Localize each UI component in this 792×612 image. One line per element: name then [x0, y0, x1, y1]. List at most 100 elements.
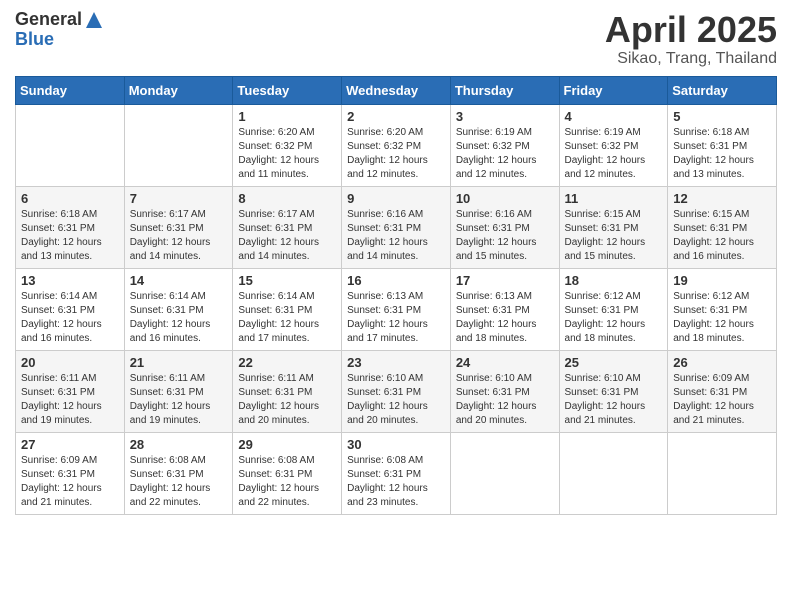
day-info: Sunrise: 6:14 AM Sunset: 6:31 PM Dayligh… [130, 290, 228, 346]
logo: General Blue [15, 10, 104, 50]
day-number: 12 [673, 191, 771, 206]
day-number: 28 [130, 437, 228, 452]
day-info: Sunrise: 6:08 AM Sunset: 6:31 PM Dayligh… [347, 454, 445, 510]
day-number: 22 [238, 355, 336, 370]
calendar-location: Sikao, Trang, Thailand [605, 50, 777, 68]
calendar-cell: 10Sunrise: 6:16 AM Sunset: 6:31 PM Dayli… [450, 186, 559, 268]
logo-general-text: General [15, 10, 82, 30]
calendar-cell: 24 Sunrise: 6:10 AM Sunset: 6:31 PM Dayli… [450, 350, 559, 432]
calendar-cell: 3 Sunrise: 6:19 AM Sunset: 6:32 PM Daylig… [450, 104, 559, 186]
day-number: 29 [238, 437, 336, 452]
calendar-cell: 14 Sunrise: 6:14 AM Sunset: 6:31 PM Dayli… [124, 268, 233, 350]
calendar-cell: 6 Sunrise: 6:18 AM Sunset: 6:31 PM Daylig… [16, 186, 125, 268]
day-info: Sunrise: 6:18 AM Sunset: 6:31 PM Dayligh… [21, 208, 119, 264]
weekday-header-tuesday: Tuesday [233, 76, 342, 104]
logo-icon [84, 10, 104, 30]
day-number: 20 [21, 355, 119, 370]
day-info: Sunrise: 6:19 AM Sunset: 6:32 PM Dayligh… [456, 126, 554, 182]
calendar-cell: 15 Sunrise: 6:14 AM Sunset: 6:31 PM Dayli… [233, 268, 342, 350]
calendar-cell: 4Sunrise: 6:19 AM Sunset: 6:32 PM Daylig… [559, 104, 668, 186]
week-row-1: 1Sunrise: 6:20 AM Sunset: 6:32 PM Daylig… [16, 104, 777, 186]
calendar-cell: 26 Sunrise: 6:09 AM Sunset: 6:31 PM Dayli… [668, 350, 777, 432]
calendar-cell [124, 104, 233, 186]
calendar-cell: 30 Sunrise: 6:08 AM Sunset: 6:31 PM Dayli… [342, 432, 451, 514]
calendar-cell: 29 Sunrise: 6:08 AM Sunset: 6:31 PM Dayli… [233, 432, 342, 514]
calendar-cell: 25Sunrise: 6:10 AM Sunset: 6:31 PM Dayli… [559, 350, 668, 432]
day-info: Sunrise: 6:08 AM Sunset: 6:31 PM Dayligh… [130, 454, 228, 510]
week-row-3: 13Sunrise: 6:14 AM Sunset: 6:31 PM Dayli… [16, 268, 777, 350]
weekday-header-thursday: Thursday [450, 76, 559, 104]
weekday-header-friday: Friday [559, 76, 668, 104]
weekday-header-row: SundayMondayTuesdayWednesdayThursdayFrid… [16, 76, 777, 104]
day-number: 1 [238, 109, 336, 124]
calendar-cell: 27 Sunrise: 6:09 AM Sunset: 6:31 PM Dayli… [16, 432, 125, 514]
day-info: Sunrise: 6:13 AM Sunset: 6:31 PM Dayligh… [347, 290, 445, 346]
day-number: 15 [238, 273, 336, 288]
day-number: 8 [238, 191, 336, 206]
day-number: 16 [347, 273, 445, 288]
calendar-cell: 2Sunrise: 6:20 AM Sunset: 6:32 PM Daylig… [342, 104, 451, 186]
day-number: 24 [456, 355, 554, 370]
calendar-cell: 16 Sunrise: 6:13 AM Sunset: 6:31 PM Dayli… [342, 268, 451, 350]
weekday-header-sunday: Sunday [16, 76, 125, 104]
day-info: Sunrise: 6:11 AM Sunset: 6:31 PM Dayligh… [130, 372, 228, 428]
week-row-2: 6 Sunrise: 6:18 AM Sunset: 6:31 PM Daylig… [16, 186, 777, 268]
calendar-cell: 22 Sunrise: 6:11 AM Sunset: 6:31 PM Dayli… [233, 350, 342, 432]
day-number: 7 [130, 191, 228, 206]
day-info: Sunrise: 6:15 AM Sunset: 6:31 PM Dayligh… [673, 208, 771, 264]
calendar-cell: 5 Sunrise: 6:18 AM Sunset: 6:31 PM Daylig… [668, 104, 777, 186]
day-info: Sunrise: 6:09 AM Sunset: 6:31 PM Dayligh… [21, 454, 119, 510]
day-info: Sunrise: 6:10 AM Sunset: 6:31 PM Dayligh… [347, 372, 445, 428]
day-number: 17 [456, 273, 554, 288]
calendar-cell: 13Sunrise: 6:14 AM Sunset: 6:31 PM Dayli… [16, 268, 125, 350]
weekday-header-wednesday: Wednesday [342, 76, 451, 104]
calendar-cell: 11Sunrise: 6:15 AM Sunset: 6:31 PM Dayli… [559, 186, 668, 268]
day-info: Sunrise: 6:10 AM Sunset: 6:31 PM Dayligh… [456, 372, 554, 428]
day-number: 10 [456, 191, 554, 206]
calendar-cell: 18Sunrise: 6:12 AM Sunset: 6:31 PM Dayli… [559, 268, 668, 350]
day-number: 3 [456, 109, 554, 124]
calendar-title: April 2025 [605, 10, 777, 50]
day-info: Sunrise: 6:08 AM Sunset: 6:31 PM Dayligh… [238, 454, 336, 510]
day-number: 6 [21, 191, 119, 206]
calendar-cell: 21Sunrise: 6:11 AM Sunset: 6:31 PM Dayli… [124, 350, 233, 432]
title-block: April 2025 Sikao, Trang, Thailand [605, 10, 777, 68]
day-number: 25 [565, 355, 663, 370]
day-info: Sunrise: 6:17 AM Sunset: 6:31 PM Dayligh… [238, 208, 336, 264]
day-info: Sunrise: 6:12 AM Sunset: 6:31 PM Dayligh… [565, 290, 663, 346]
day-info: Sunrise: 6:13 AM Sunset: 6:31 PM Dayligh… [456, 290, 554, 346]
calendar-cell: 7 Sunrise: 6:17 AM Sunset: 6:31 PM Daylig… [124, 186, 233, 268]
day-info: Sunrise: 6:14 AM Sunset: 6:31 PM Dayligh… [21, 290, 119, 346]
calendar-cell: 17 Sunrise: 6:13 AM Sunset: 6:31 PM Dayli… [450, 268, 559, 350]
day-number: 9 [347, 191, 445, 206]
calendar-cell: 8 Sunrise: 6:17 AM Sunset: 6:31 PM Daylig… [233, 186, 342, 268]
day-info: Sunrise: 6:16 AM Sunset: 6:31 PM Dayligh… [347, 208, 445, 264]
calendar-cell: 19 Sunrise: 6:12 AM Sunset: 6:31 PM Dayli… [668, 268, 777, 350]
calendar-cell: 28 Sunrise: 6:08 AM Sunset: 6:31 PM Dayli… [124, 432, 233, 514]
day-number: 30 [347, 437, 445, 452]
day-info: Sunrise: 6:18 AM Sunset: 6:31 PM Dayligh… [673, 126, 771, 182]
day-info: Sunrise: 6:15 AM Sunset: 6:31 PM Dayligh… [565, 208, 663, 264]
day-info: Sunrise: 6:11 AM Sunset: 6:31 PM Dayligh… [238, 372, 336, 428]
day-number: 2 [347, 109, 445, 124]
day-info: Sunrise: 6:09 AM Sunset: 6:31 PM Dayligh… [673, 372, 771, 428]
calendar-cell [450, 432, 559, 514]
calendar-cell: 9 Sunrise: 6:16 AM Sunset: 6:31 PM Daylig… [342, 186, 451, 268]
calendar-cell: 1Sunrise: 6:20 AM Sunset: 6:32 PM Daylig… [233, 104, 342, 186]
day-number: 5 [673, 109, 771, 124]
day-info: Sunrise: 6:17 AM Sunset: 6:31 PM Dayligh… [130, 208, 228, 264]
calendar-cell: 20Sunrise: 6:11 AM Sunset: 6:31 PM Dayli… [16, 350, 125, 432]
calendar-cell [668, 432, 777, 514]
week-row-5: 27 Sunrise: 6:09 AM Sunset: 6:31 PM Dayli… [16, 432, 777, 514]
day-number: 27 [21, 437, 119, 452]
day-info: Sunrise: 6:12 AM Sunset: 6:31 PM Dayligh… [673, 290, 771, 346]
day-number: 14 [130, 273, 228, 288]
calendar-cell: 12 Sunrise: 6:15 AM Sunset: 6:31 PM Dayli… [668, 186, 777, 268]
week-row-4: 20 Sunrise: 6:11 AM Sunset: 6:31 PM Dayli… [16, 350, 777, 432]
calendar-cell [16, 104, 125, 186]
day-number: 19 [673, 273, 771, 288]
day-info: Sunrise: 6:14 AM Sunset: 6:31 PM Dayligh… [238, 290, 336, 346]
day-number: 26 [673, 355, 771, 370]
page-header: General Blue April 2025 Sikao, Trang, Th… [15, 10, 777, 68]
calendar-table: SundayMondayTuesdayWednesdayThursdayFrid… [15, 76, 777, 515]
